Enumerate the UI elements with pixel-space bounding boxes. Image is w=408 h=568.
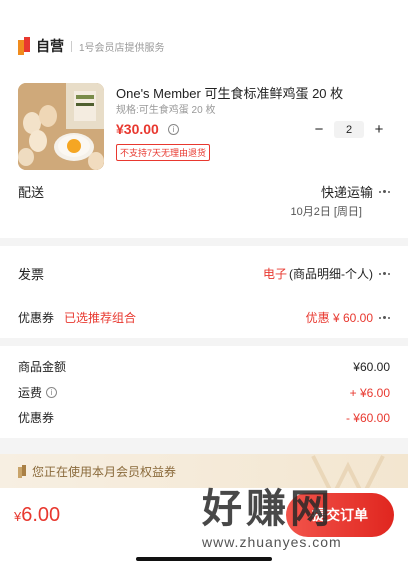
price-info-icon[interactable]: i [167,123,179,135]
invoice-coupon-card: 发票 电子 (商品明细-个人) 优惠券 已选推荐组合 优惠 ¥ 60.00 [0,246,408,338]
product-price: ¥30.00 [116,121,159,137]
delivery-row[interactable]: 配送 快递运输 [18,182,390,201]
total-value: 6.00 [21,504,61,526]
store-badge: 自营 [36,38,64,54]
decrease-qty-button[interactable]: − [312,121,326,138]
goods-amount-label: 商品金额 [18,360,67,374]
total-currency: ¥ [14,509,22,524]
submit-order-label: 提交订单 [312,507,368,523]
more-options-icon[interactable] [379,190,390,193]
store-divider [71,40,72,52]
return-policy-tag: 不支持7天无理由退货 [116,144,211,161]
product-image[interactable] [18,83,104,170]
invoice-row[interactable]: 发票 电子 (商品明细-个人) [18,264,390,283]
shipping-value: + ¥6.00 [349,385,390,400]
goods-amount-value: ¥60.00 [353,359,390,374]
product-card: 自营 1号会员店提供服务 One's Member 可生食标准鲜鸡蛋 20 枚 … [0,0,408,238]
shipping-label: 运费 [18,386,43,400]
shipping-info-icon[interactable]: i [46,387,58,398]
quantity-stepper: − 2 + [312,121,386,138]
member-crown-watermark-icon [311,455,385,488]
product-spec: 规格:可生食鸡蛋 20 枚 [116,105,216,116]
store-logo-icon [18,37,30,55]
member-badge-icon [18,464,26,478]
invoice-label: 发票 [18,267,45,282]
invoice-type: 电子 [262,267,287,281]
delivery-method: 快递运输 [320,185,373,200]
store-header: 自营 1号会员店提供服务 [18,36,165,56]
price-row: ¥30.00 i [116,121,179,137]
delivery-date: 10月2日 [周日] [290,206,362,218]
home-indicator [136,557,272,561]
coupon-label: 优惠券 [18,311,55,325]
submit-order-button[interactable]: 提交订单 [286,493,394,537]
coupon-row[interactable]: 优惠券 已选推荐组合 优惠 ¥ 60.00 [18,309,390,326]
coupon-summary-label: 优惠券 [18,411,55,425]
egg-product-illustration [18,83,104,170]
invoice-detail: (商品明细-个人) [289,267,373,281]
price-summary-card: 商品金额 ¥60.00 运费 i + ¥6.00 优惠券 - ¥60.00 [0,346,408,438]
store-subtitle: 1号会员店提供服务 [79,42,165,54]
increase-qty-button[interactable]: + [372,121,386,138]
footer-bar: ¥ 6.00 提交订单 [0,488,408,568]
order-total: ¥ 6.00 [14,504,60,527]
coupon-selected: 已选推荐组合 [64,311,137,325]
more-options-icon[interactable] [379,316,390,319]
coupon-summary-value: - ¥60.00 [345,410,390,425]
member-banner-text: 您正在使用本月会员权益券 [32,464,177,479]
coupon-value: 优惠 ¥ 60.00 [305,311,373,325]
goods-amount-row: 商品金额 ¥60.00 [18,358,390,375]
delivery-label: 配送 [18,185,45,200]
product-title[interactable]: One's Member 可生食标准鲜鸡蛋 20 枚 [116,83,343,102]
more-options-icon[interactable] [379,272,390,275]
coupon-summary-row: 优惠券 - ¥60.00 [18,409,390,426]
shipping-row: 运费 i + ¥6.00 [18,384,390,401]
member-benefit-banner: 您正在使用本月会员权益券 [0,454,408,488]
quantity-input[interactable]: 2 [334,121,364,138]
